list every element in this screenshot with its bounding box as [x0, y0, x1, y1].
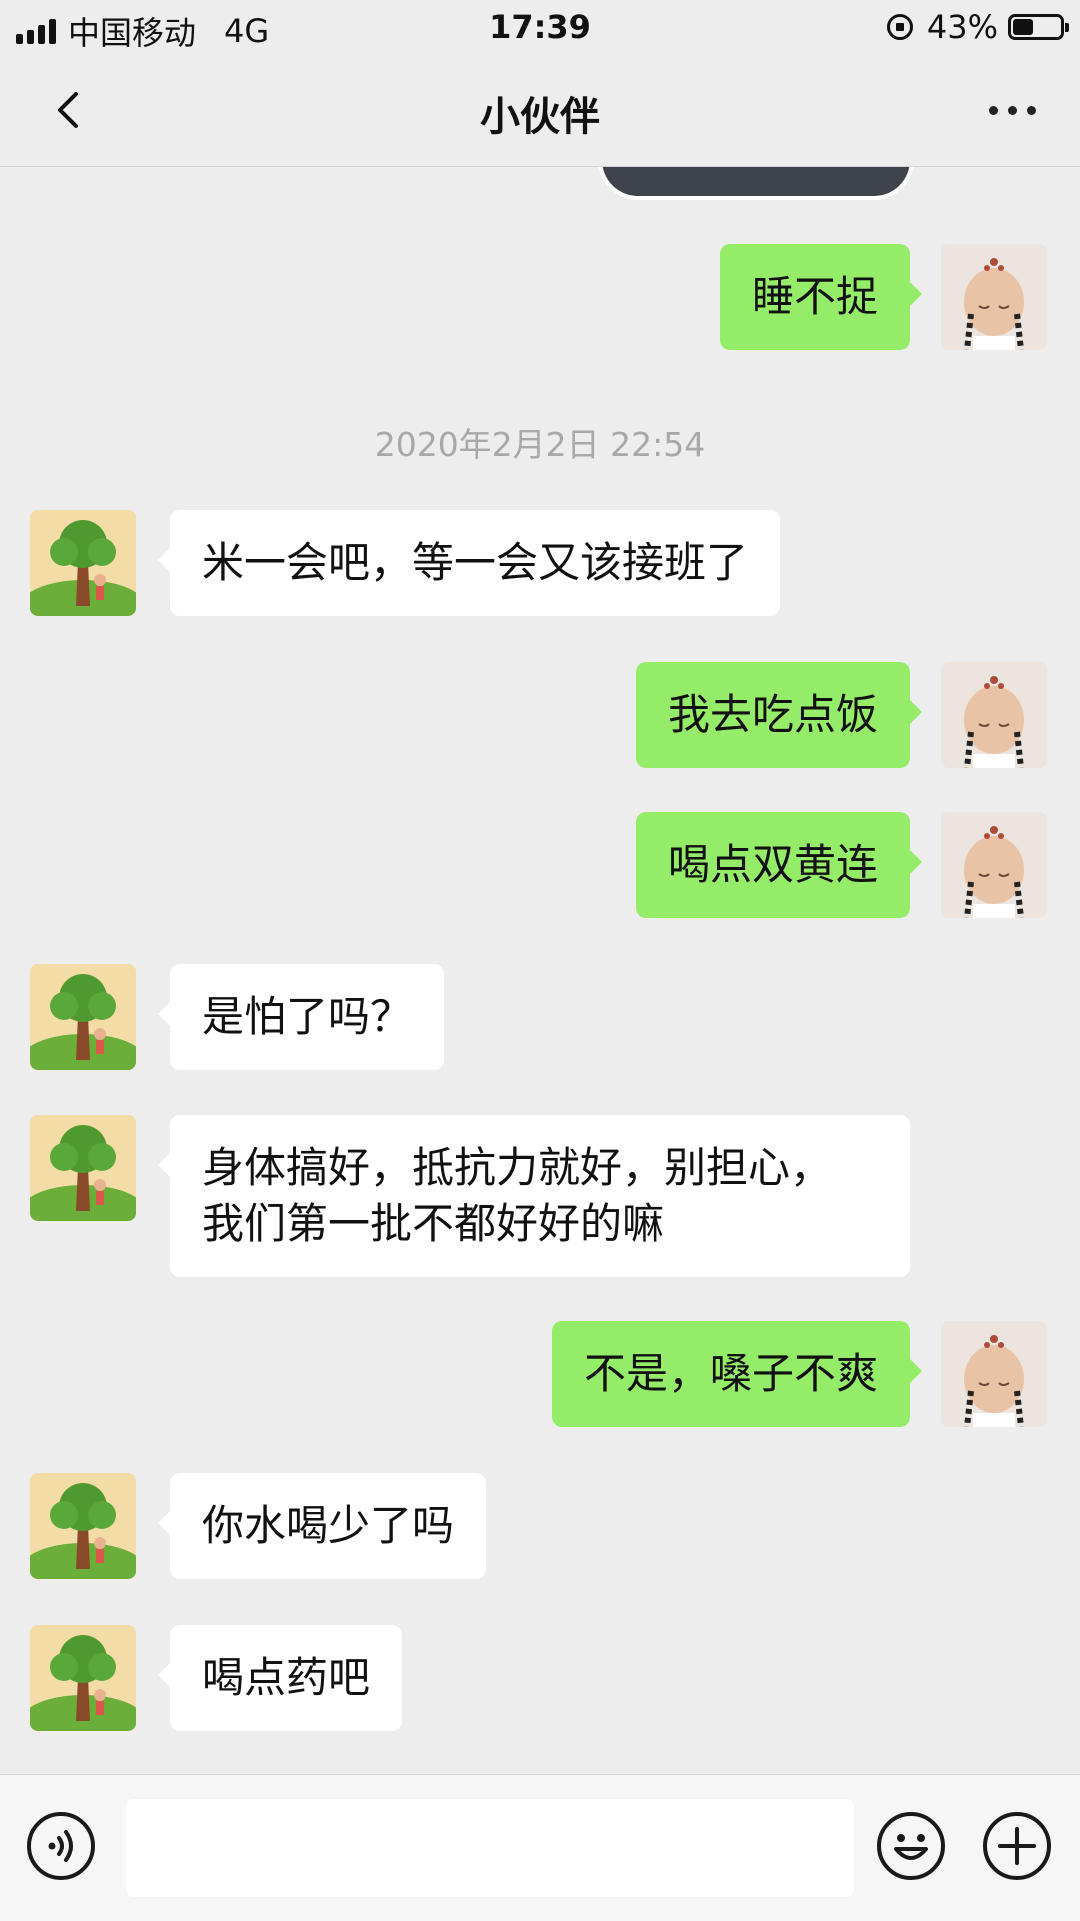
- status-right: 43%: [886, 8, 1069, 46]
- more-dots-icon[interactable]: [989, 106, 1036, 115]
- baby-avatar-image: [941, 1321, 1047, 1427]
- message-bubble-outgoing[interactable]: 不是，嗓子不爽: [551, 1321, 923, 1427]
- contact-avatar[interactable]: [30, 964, 136, 1070]
- baby-avatar-image: [941, 244, 1047, 350]
- message-bubble-incoming[interactable]: 米一会吧，等一会又该接班了: [157, 510, 781, 616]
- message-bubble-incoming[interactable]: 是怕了吗？: [157, 964, 445, 1070]
- message-bubble-incoming[interactable]: 喝点药吧: [157, 1625, 403, 1731]
- chat-title: 小伙伴: [480, 94, 600, 140]
- plus-icon[interactable]: [982, 1811, 1052, 1881]
- message-bubble-outgoing[interactable]: 我去吃点饭: [635, 662, 923, 768]
- tree-avatar-image: [30, 1473, 136, 1579]
- tree-avatar-image: [30, 510, 136, 616]
- self-avatar[interactable]: [941, 1321, 1047, 1427]
- emoji-icon[interactable]: [876, 1811, 946, 1881]
- contact-avatar[interactable]: [30, 1115, 136, 1221]
- input-bar: [0, 1774, 1080, 1921]
- contact-avatar[interactable]: [30, 510, 136, 616]
- self-avatar[interactable]: [941, 812, 1047, 918]
- voice-icon[interactable]: [26, 1811, 96, 1881]
- rotation-lock-icon: [886, 14, 913, 40]
- tree-avatar-image: [30, 1115, 136, 1221]
- self-avatar[interactable]: [941, 244, 1047, 350]
- self-avatar[interactable]: [941, 662, 1047, 768]
- battery-percent: 43%: [926, 8, 998, 46]
- tree-avatar-image: [30, 1625, 136, 1731]
- message-bubble-outgoing[interactable]: 喝点双黄连: [635, 812, 923, 918]
- contact-avatar[interactable]: [30, 1625, 136, 1731]
- baby-avatar-image: [941, 662, 1047, 768]
- message-input[interactable]: [126, 1799, 854, 1897]
- baby-avatar-image: [941, 812, 1047, 918]
- contact-avatar[interactable]: [30, 1473, 136, 1579]
- message-bubble-incoming[interactable]: 身体搞好，抵抗力就好，别担心， 我们第一批不都好好的嘛: [158, 1115, 910, 1277]
- message-timestamp: 2020年2月2日 22:54: [374, 425, 706, 464]
- status-bar: 中国移动 4G 17:39 43%: [0, 0, 1080, 56]
- battery-icon: [1008, 14, 1069, 40]
- tree-avatar-image: [30, 964, 136, 1070]
- battery-level-fill: [1013, 19, 1033, 35]
- message-bubble-incoming[interactable]: 你水喝少了吗: [157, 1473, 487, 1579]
- nav-bar: 小伙伴: [0, 56, 1080, 167]
- message-bubble-outgoing[interactable]: 睡不捉: [719, 244, 923, 350]
